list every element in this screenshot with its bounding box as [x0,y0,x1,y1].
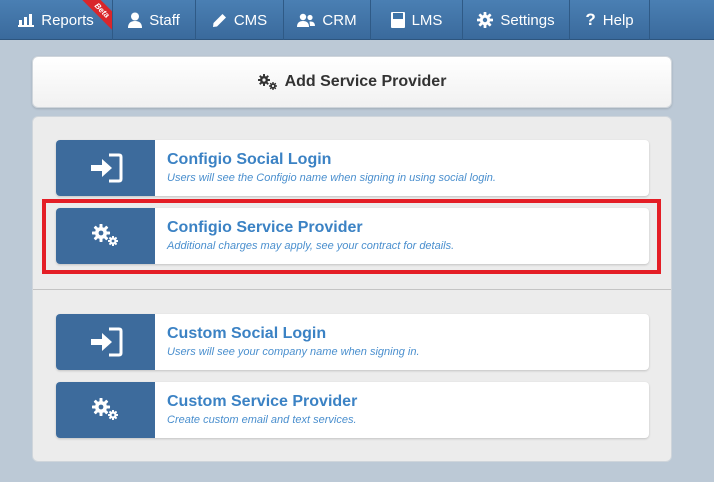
option-configio-social-login[interactable]: Configio Social Login Users will see the… [56,140,649,196]
provider-options-panel: Configio Social Login Users will see the… [32,116,672,462]
nav-item-settings[interactable]: Settings [463,0,570,40]
nav-item-reports[interactable]: Reports Beta [0,0,113,40]
selection-highlight [42,199,661,274]
option-title: Custom Social Login [167,325,327,342]
pencil-icon [212,13,226,27]
option-description: Create custom email and text services. [167,414,357,426]
sign-in-icon [90,327,122,357]
nav-label: LMS [411,11,443,29]
users-icon [297,13,316,27]
option-icon-box [56,382,155,438]
page-header: Add Service Provider [32,56,672,108]
nav-item-crm[interactable]: CRM [284,0,371,40]
option-title: Configio Social Login [167,151,332,168]
nav-item-cms[interactable]: CMS [196,0,284,40]
book-icon [390,12,405,28]
option-description: Users will see your company name when si… [167,346,420,358]
nav-item-staff[interactable]: Staff [113,0,196,40]
user-icon [128,12,143,28]
bar-chart-icon [18,14,35,27]
section-divider [33,289,671,290]
gears-icon [257,74,277,90]
nav-label: CMS [233,11,268,29]
gear-icon [477,12,494,28]
page-title: Add Service Provider [284,73,447,90]
option-title: Custom Service Provider [167,393,358,410]
sign-in-icon [90,153,122,183]
option-custom-service-provider[interactable]: Custom Service Provider Create custom em… [56,382,649,438]
nav-item-lms[interactable]: LMS [371,0,463,40]
nav-item-help[interactable]: ? Help [570,0,650,40]
option-custom-social-login[interactable]: Custom Social Login Users will see your … [56,314,649,370]
nav-label: Staff [149,11,180,29]
option-icon-box [56,140,155,196]
question-icon: ? [585,10,596,29]
nav-label: Reports [41,11,94,29]
option-icon-box [56,314,155,370]
nav-label: CRM [322,11,357,29]
top-nav: Reports Beta Staff CMS CRM LMS Settings … [0,0,714,40]
nav-label: Settings [500,11,555,29]
nav-label: Help [602,11,634,29]
gears-icon [91,398,118,420]
option-description: Users will see the Configio name when si… [167,172,496,184]
